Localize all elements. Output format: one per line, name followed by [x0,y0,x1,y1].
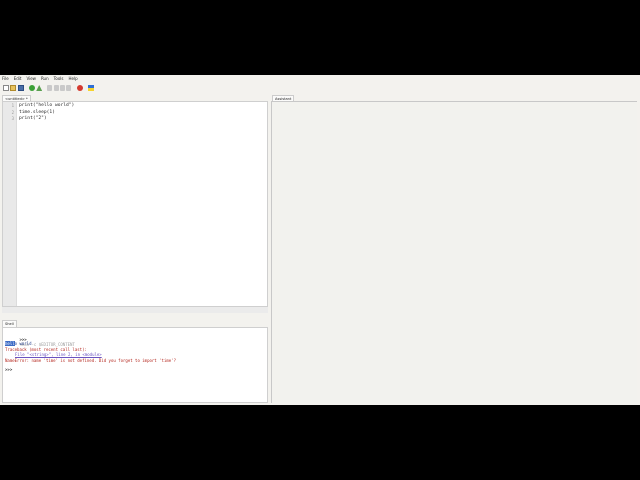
line-number: 3 [11,116,14,121]
line-number-gutter: 1 2 3 [3,102,17,306]
assistant-panel [271,101,637,403]
code-editor[interactable]: 1 2 3 print("hello world") time.sleep(1)… [2,101,268,307]
menu-help[interactable]: Help [68,75,77,82]
selected-text[interactable]: hell [5,341,15,346]
stop-icon[interactable] [76,85,83,91]
resume-icon[interactable] [66,85,72,91]
step-into-icon[interactable] [53,85,59,91]
menu-file[interactable]: File [2,75,9,82]
menu-tools[interactable]: Tools [54,75,64,82]
menu-run[interactable]: Run [41,75,49,82]
menu-view[interactable]: View [26,75,36,82]
save-icon[interactable] [17,85,24,91]
flag-icon[interactable] [87,85,94,91]
shell-tab[interactable]: Shell [2,320,17,327]
shell-console[interactable]: >>> %Run -c $EDITOR_CONTENT hello world … [2,327,268,403]
debug-icon[interactable] [36,85,43,91]
new-file-icon[interactable] [3,85,9,91]
code-line[interactable]: print("2") [19,116,47,123]
step-over-icon[interactable] [47,85,53,91]
menu-bar: File Edit View Run Tools Help [0,75,640,82]
traceback-file-link[interactable]: File "<string>", line 2, in <module> [15,352,102,357]
shell-prompt[interactable]: >>> [5,367,12,373]
thonny-window: File Edit View Run Tools Help <untitled>… [0,75,640,405]
toolbar [0,83,640,93]
menu-edit[interactable]: Edit [14,75,22,82]
open-file-icon[interactable] [10,85,17,91]
error-message: NameError: name 'time' is not defined. D… [5,357,176,363]
output-text: o world [14,341,32,346]
step-out-icon[interactable] [60,85,66,91]
horizontal-scrollbar[interactable] [2,307,268,313]
run-icon[interactable] [28,85,35,91]
